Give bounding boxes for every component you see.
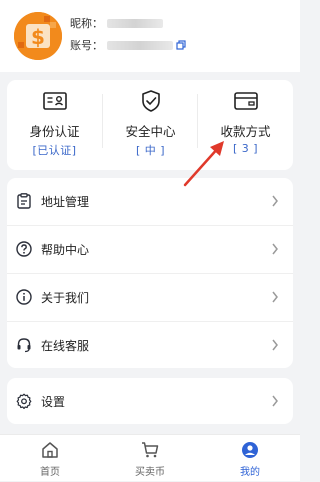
- info-circle-icon: [16, 289, 32, 305]
- menu-item-address[interactable]: 地址管理: [7, 178, 293, 225]
- identity-verification-label: 身份认证: [29, 124, 80, 139]
- menu-item-label: 地址管理: [41, 195, 90, 209]
- tab-label: 我的: [240, 467, 260, 478]
- menu-item-label: 关于我们: [41, 291, 90, 305]
- menu-item-help[interactable]: 帮助中心: [7, 226, 293, 273]
- payment-methods-status: [ 3 ]: [232, 142, 259, 155]
- menu-card: 地址管理 帮助中心 关于我们 在线客服: [7, 178, 293, 368]
- chevron-right-icon: [272, 291, 278, 303]
- account-header: $ 昵称： 账号：: [0, 0, 300, 72]
- tab-trade[interactable]: 买卖币: [100, 435, 200, 482]
- tab-mine[interactable]: 我的: [200, 435, 300, 482]
- account-value-masked: [107, 40, 173, 50]
- security-center-status: [ 中 ]: [135, 144, 166, 157]
- menu-item-customer-service[interactable]: 在线客服: [7, 322, 293, 369]
- chevron-right-icon: [272, 339, 278, 351]
- tab-home[interactable]: 首页: [0, 435, 100, 482]
- headset-icon: [16, 337, 32, 353]
- payment-methods-item[interactable]: 收款方式 [ 3 ]: [198, 80, 293, 170]
- identity-verification-item[interactable]: 身份认证 [已认证]: [7, 80, 102, 170]
- bottom-tab-bar: 首页 买卖币 我的: [0, 434, 300, 481]
- payment-methods-label: 收款方式: [220, 124, 271, 139]
- user-circle-icon: [240, 440, 260, 460]
- question-circle-icon: [16, 241, 32, 257]
- security-center-item[interactable]: 安全中心 [ 中 ]: [103, 80, 198, 170]
- home-icon: [40, 440, 60, 460]
- tab-label: 买卖币: [135, 467, 165, 478]
- clipboard-icon: [16, 193, 32, 209]
- identity-verification-status: [已认证]: [32, 144, 77, 157]
- nickname-label: 昵称：: [70, 17, 103, 30]
- cart-icon: [140, 440, 160, 460]
- id-card-icon: [43, 90, 67, 112]
- gear-icon: [16, 393, 32, 409]
- menu-item-about[interactable]: 关于我们: [7, 274, 293, 321]
- nickname-value-masked: [107, 18, 163, 28]
- account-label: 账号：: [70, 39, 103, 52]
- wallet-card-icon: [234, 90, 258, 112]
- chevron-right-icon: [272, 195, 278, 207]
- nickname-row: 昵称：: [70, 15, 163, 31]
- settings-card: 设置: [7, 378, 293, 424]
- quick-stats-card: 身份认证 [已认证] 安全中心 [ 中 ] 收款方式 [ 3 ]: [7, 80, 293, 170]
- chevron-right-icon: [272, 395, 278, 407]
- chevron-right-icon: [272, 243, 278, 255]
- tab-label: 首页: [40, 467, 60, 478]
- security-center-label: 安全中心: [125, 124, 176, 139]
- shield-check-icon: [139, 90, 163, 112]
- dollar-coin-avatar-icon: $: [14, 12, 62, 60]
- settings-label: 设置: [41, 395, 66, 409]
- menu-item-settings[interactable]: 设置: [7, 378, 293, 425]
- avatar[interactable]: $: [14, 12, 62, 60]
- copy-icon[interactable]: [176, 40, 186, 50]
- menu-item-label: 帮助中心: [41, 243, 90, 257]
- account-row: 账号：: [70, 37, 186, 53]
- menu-item-label: 在线客服: [41, 339, 90, 353]
- svg-text:$: $: [31, 25, 45, 49]
